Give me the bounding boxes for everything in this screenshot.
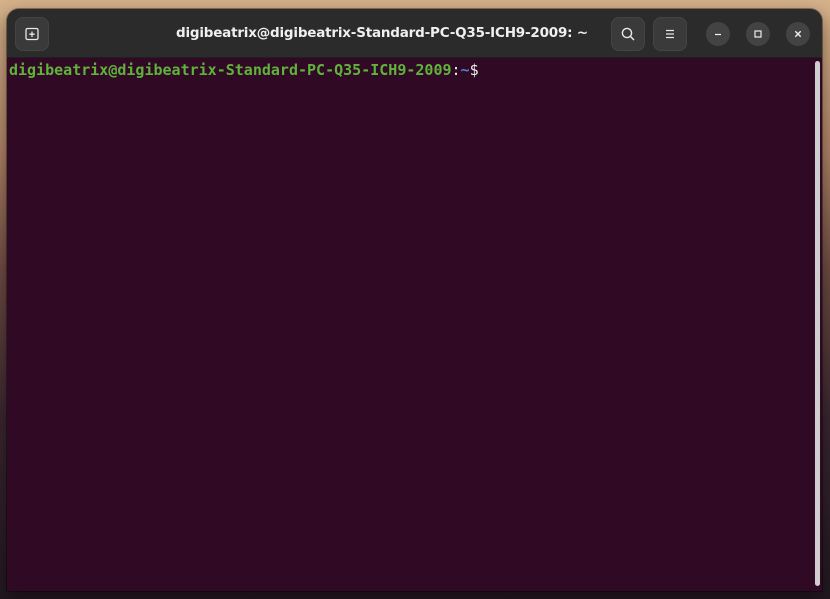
terminal-area[interactable]: digibeatrix@digibeatrix-Standard-PC-Q35-… [7, 58, 822, 591]
minimize-button[interactable] [706, 22, 730, 46]
prompt-path: ~ [460, 61, 470, 79]
minimize-icon [712, 25, 724, 44]
window-title: digibeatrix@digibeatrix-Standard-PC-Q35-… [175, 25, 588, 41]
close-icon [792, 25, 804, 44]
menu-button[interactable] [653, 17, 687, 51]
terminal-window: digibeatrix@digibeatrix-Standard-PC-Q35-… [7, 9, 822, 591]
maximize-button[interactable] [746, 22, 770, 46]
search-button[interactable] [611, 17, 645, 51]
headerbar: digibeatrix@digibeatrix-Standard-PC-Q35-… [7, 9, 822, 58]
new-tab-button[interactable] [15, 17, 49, 51]
prompt-symbol: $ [469, 61, 479, 79]
search-icon [620, 26, 636, 42]
prompt-colon: : [451, 61, 461, 79]
prompt-line: digibeatrix@digibeatrix-Standard-PC-Q35-… [9, 60, 480, 80]
vertical-scrollbar[interactable] [815, 61, 820, 586]
text-cursor [479, 60, 480, 78]
prompt-user-host: digibeatrix@digibeatrix-Standard-PC-Q35-… [9, 61, 452, 79]
hamburger-menu-icon [662, 26, 678, 42]
new-tab-icon [24, 26, 40, 42]
maximize-icon [752, 25, 764, 44]
close-button[interactable] [786, 22, 810, 46]
